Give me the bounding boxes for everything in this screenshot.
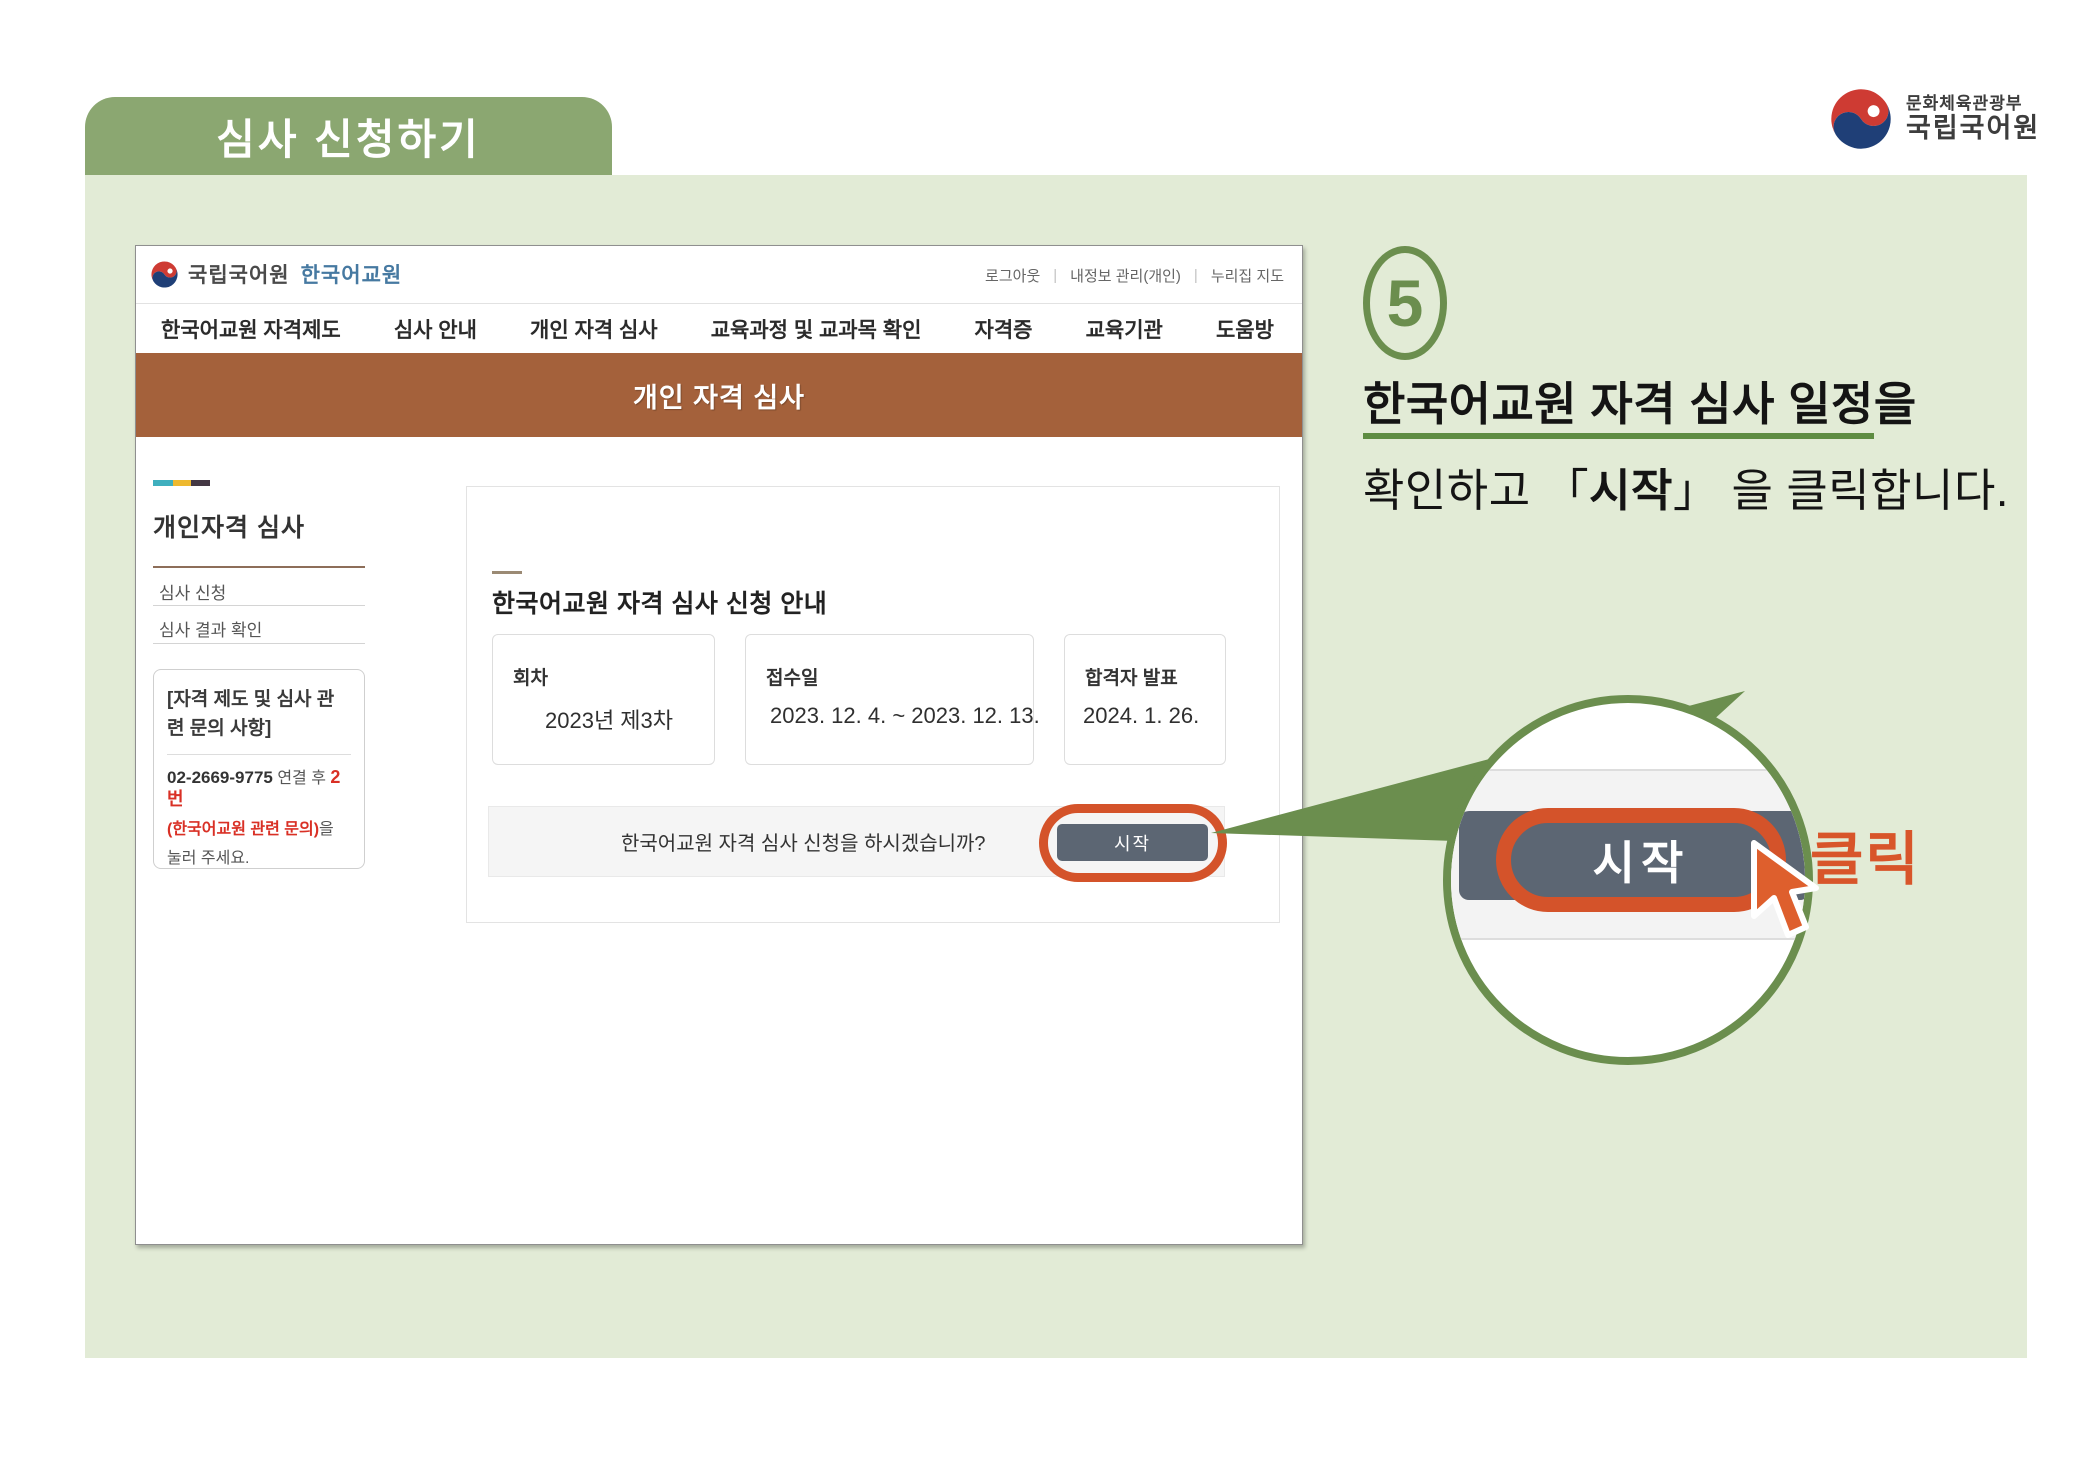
- review-apply-content-box: 한국어교원 자격 심사 신청 안내 회차 2023년 제3차 접수일 2023.…: [466, 486, 1280, 923]
- apply-question-text: 한국어교원 자격 심사 신청을 하시겠습니까?: [621, 807, 986, 876]
- contact-info-box: [자격 제도 및 심사 관련 문의 사항] 02-2669-9775 연결 후 …: [153, 669, 365, 869]
- sidebar-accent-bar: [153, 480, 210, 486]
- phone-number: 02-2669-9775: [167, 768, 273, 787]
- contact-divider: [167, 754, 351, 755]
- sidebar-divider: [153, 566, 365, 568]
- gov-ministry-name: 문화체육관광부: [1906, 94, 2040, 114]
- slide-title: 심사 신청하기: [216, 106, 481, 167]
- separator: |: [1194, 267, 1198, 284]
- gov-logo: 문화체육관광부 국립국어원: [1828, 86, 2040, 152]
- contact-last-line: 눌러 주세요.: [167, 849, 351, 868]
- application-period-label: 접수일: [766, 663, 818, 690]
- site-taegeuk-icon: [150, 260, 179, 289]
- result-announcement-value: 2024. 1. 26.: [1083, 703, 1199, 729]
- nav-item-personal-review[interactable]: 개인 자격 심사: [530, 314, 658, 344]
- site-logo-service: 한국어교원: [301, 259, 403, 289]
- gov-institute-name: 국립국어원: [1906, 113, 2040, 144]
- nav-item-help[interactable]: 도움방: [1216, 314, 1274, 344]
- step-number: 5: [1387, 265, 1424, 341]
- site-logo-org: 국립국어원: [188, 259, 290, 289]
- logout-link[interactable]: 로그아웃: [985, 265, 1040, 286]
- contact-title: [자격 제도 및 심사 관련 문의 사항]: [167, 686, 351, 743]
- page-title: 개인 자격 심사: [633, 376, 805, 415]
- apply-question-bar: 한국어교원 자격 심사 신청을 하시겠습니까? 시작: [488, 806, 1225, 877]
- sidebar-divider: [153, 605, 365, 606]
- result-announcement-card: 합격자 발표 2024. 1. 26.: [1064, 634, 1226, 765]
- sidebar-item-check-result[interactable]: 심사 결과 확인: [159, 613, 365, 643]
- nav-item-certificate[interactable]: 자격증: [975, 314, 1033, 344]
- round-value: 2023년 제3차: [545, 703, 673, 735]
- nav-item-review-guide[interactable]: 심사 안내: [394, 314, 477, 344]
- content-heading: 한국어교원 자격 심사 신청 안내: [492, 584, 827, 620]
- contact-phone-line: 02-2669-9775 연결 후 2번: [167, 767, 351, 810]
- round-card: 회차 2023년 제3차: [492, 634, 715, 765]
- nav-item-curriculum-check[interactable]: 교육과정 및 교과목 확인: [711, 314, 922, 344]
- instruction-text: 한국어교원 자격 심사 일정을 확인하고 「시작」 을 클릭합니다.: [1363, 368, 2023, 519]
- result-announcement-label: 합격자 발표: [1085, 663, 1178, 690]
- application-period-card: 접수일 2023. 12. 4. ~ 2023. 12. 13.: [745, 634, 1034, 765]
- sidebar-divider: [153, 643, 365, 644]
- sidebar-item-apply[interactable]: 심사 신청: [159, 576, 365, 606]
- step-number-badge: 5: [1363, 246, 1447, 360]
- instruction-line-1: 한국어교원 자격 심사 일정을: [1363, 368, 2023, 434]
- utility-links: 로그아웃 | 내정보 관리(개인) | 누리집 지도: [985, 246, 1284, 304]
- round-label: 회차: [513, 663, 548, 690]
- contact-red-line: (한국어교원 관련 문의)을: [167, 820, 351, 839]
- nav-item-qualification-system[interactable]: 한국어교원 자격제도: [161, 314, 341, 344]
- sidebar-title: 개인자격 심사: [153, 508, 305, 544]
- instruction-line-2: 확인하고 「시작」 을 클릭합니다.: [1363, 454, 2023, 519]
- click-annotation: 클릭: [1810, 812, 1921, 896]
- nav-item-institution[interactable]: 교육기관: [1086, 314, 1163, 344]
- application-period-value: 2023. 12. 4. ~ 2023. 12. 13.: [770, 703, 1040, 729]
- slide-title-banner: 심사 신청하기: [85, 97, 612, 175]
- slide: 심사 신청하기 문화체육관광부 국립국어원: [0, 0, 2082, 1472]
- magnified-start-label: 시작: [1593, 827, 1690, 893]
- highlight-ring: [1039, 804, 1227, 882]
- site-header: 국립국어원 한국어교원 로그아웃 | 내정보 관리(개인) | 누리집 지도: [136, 246, 1302, 304]
- website-screenshot-panel: 국립국어원 한국어교원 로그아웃 | 내정보 관리(개인) | 누리집 지도 한…: [135, 245, 1303, 1245]
- heading-dash: [492, 571, 522, 574]
- site-logo[interactable]: 국립국어원 한국어교원: [150, 259, 402, 289]
- page-title-banner: 개인 자격 심사: [136, 353, 1302, 437]
- taegeuk-icon: [1828, 86, 1894, 152]
- site-nav: 한국어교원 자격제도 심사 안내 개인 자격 심사 교육과정 및 교과목 확인 …: [136, 304, 1302, 353]
- my-info-link[interactable]: 내정보 관리(개인): [1070, 265, 1181, 286]
- sitemap-link[interactable]: 누리집 지도: [1211, 265, 1284, 286]
- separator: |: [1053, 267, 1057, 284]
